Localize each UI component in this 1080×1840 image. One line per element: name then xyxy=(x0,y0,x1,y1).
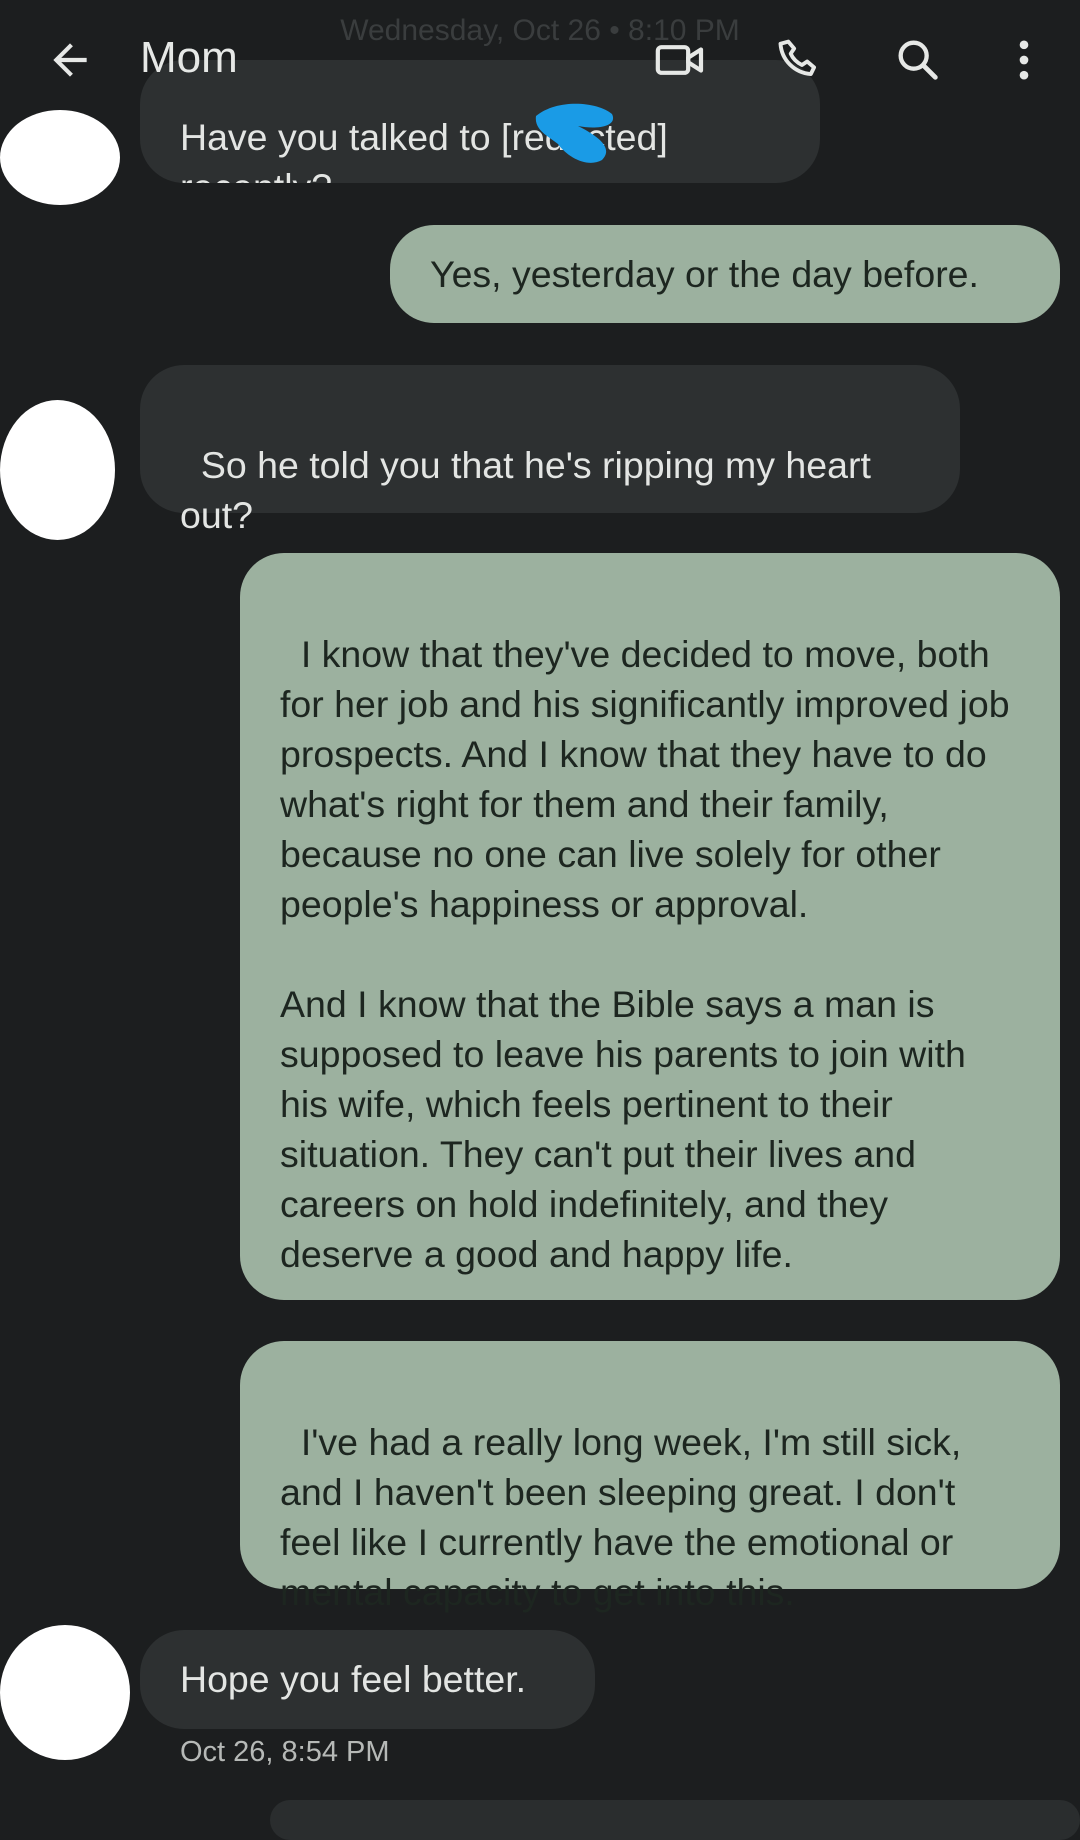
back-arrow-icon[interactable] xyxy=(40,30,100,90)
outgoing-message[interactable]: I know that they've decided to move, bot… xyxy=(240,553,1060,1300)
video-call-icon[interactable] xyxy=(650,30,710,90)
message-timestamp: Oct 26, 8:54 PM xyxy=(180,1736,390,1768)
contact-avatar[interactable] xyxy=(0,110,120,205)
more-options-icon[interactable] xyxy=(994,30,1054,90)
contact-avatar[interactable] xyxy=(0,400,115,540)
phone-icon[interactable] xyxy=(770,30,830,90)
top-app-bar: Mom xyxy=(0,0,1080,118)
next-message-peek xyxy=(270,1800,1080,1840)
contact-avatar[interactable] xyxy=(0,1625,130,1760)
contact-name[interactable]: Mom xyxy=(140,28,238,88)
search-icon[interactable] xyxy=(888,30,948,90)
outgoing-message[interactable]: I've had a really long week, I'm still s… xyxy=(240,1341,1060,1613)
outgoing-message[interactable]: Yes, yesterday or the day before. xyxy=(390,225,1060,323)
incoming-message[interactable]: Hope you feel better. xyxy=(140,1630,595,1729)
incoming-message[interactable]: So he told you that he's ripping my hear… xyxy=(140,365,960,536)
